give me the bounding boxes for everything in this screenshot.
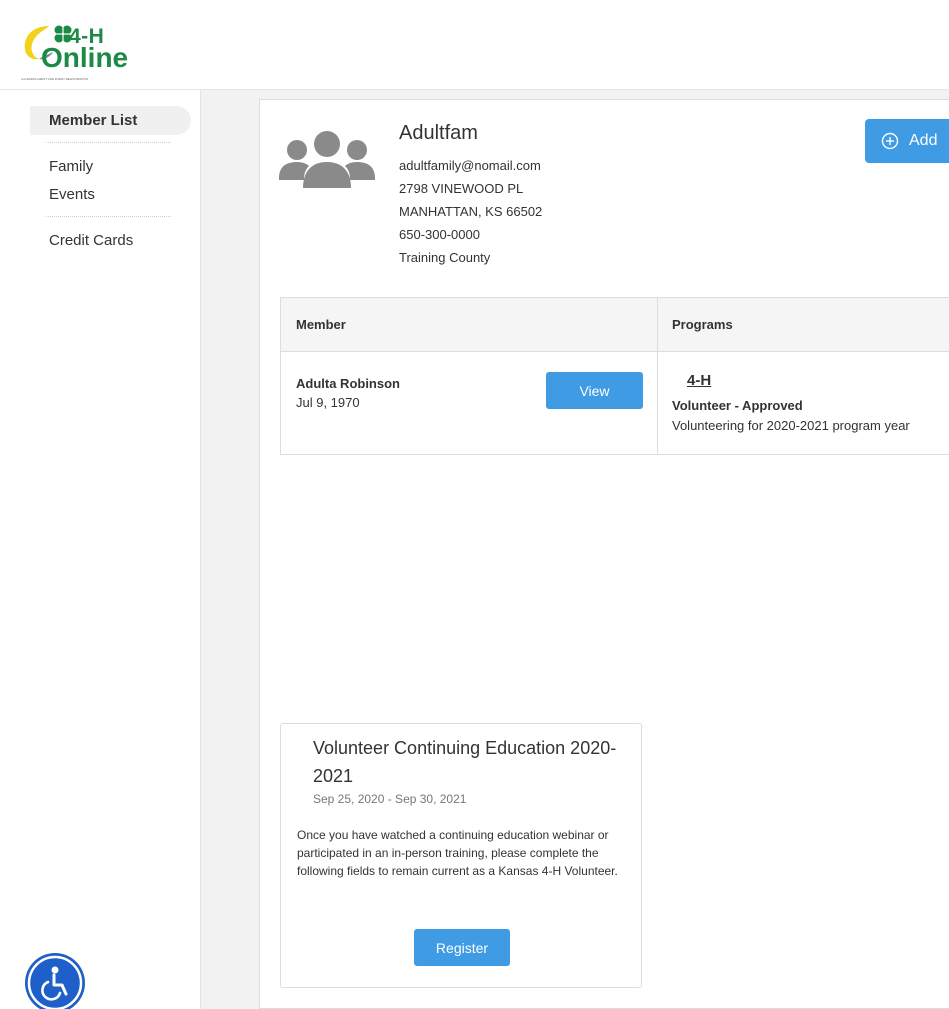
family-email: adultfamily@nomail.com (399, 158, 541, 173)
member-name: Adulta Robinson (296, 376, 400, 391)
4h-online-logo[interactable]: 4-H Online 4-H ENROLLMENT AND EVENT REGI… (19, 22, 143, 88)
program-description: Volunteering for 2020-2021 program year (672, 418, 910, 433)
member-table: Member Programs Adulta Robinson Jul 9, 1… (280, 297, 949, 455)
table-column-divider (657, 298, 658, 454)
table-header (281, 298, 949, 352)
column-header-programs: Programs (672, 317, 733, 332)
register-button[interactable]: Register (414, 929, 510, 966)
sidebar-item-events[interactable]: Events (49, 186, 95, 203)
event-dates: Sep 25, 2020 - Sep 30, 2021 (313, 792, 467, 806)
family-phone: 650-300-0000 (399, 227, 480, 242)
sidebar: Member List Family Events Credit Cards (0, 90, 201, 1009)
add-button-label: Add (909, 132, 938, 149)
event-description: Once you have watched a continuing educa… (297, 828, 618, 878)
event-title: Volunteer Continuing Education 2020-2021 (313, 738, 617, 786)
event-card: Volunteer Continuing Education 2020-2021… (280, 723, 642, 988)
family-name: Adultfam (399, 122, 478, 144)
family-county: Training County (399, 250, 491, 265)
view-member-button[interactable]: View (546, 372, 643, 409)
sidebar-divider (46, 142, 171, 143)
sidebar-item-family[interactable]: Family (49, 158, 93, 175)
logo-text-online: Online (41, 42, 129, 73)
logo-tagline: 4-H ENROLLMENT AND EVENT REGISTRATION (21, 77, 89, 81)
family-group-icon (279, 131, 375, 188)
family-address-line2: MANHATTAN, KS 66502 (399, 204, 543, 219)
accessibility-icon (25, 953, 85, 1009)
member-dob: Jul 9, 1970 (296, 395, 360, 410)
sidebar-divider (46, 216, 171, 217)
accessibility-button[interactable] (24, 952, 86, 1009)
column-header-member: Member (296, 317, 346, 332)
sidebar-item-credit-cards[interactable]: Credit Cards (49, 232, 133, 249)
family-address-line1: 2798 VINEWOOD PL (399, 181, 524, 196)
program-link[interactable]: 4-H (687, 372, 711, 389)
program-status: Volunteer - Approved (672, 398, 803, 413)
top-bar: 4-H Online 4-H ENROLLMENT AND EVENT REGI… (0, 0, 949, 90)
plus-circle-icon (881, 132, 899, 150)
sidebar-item-member-list[interactable]: Member List (49, 112, 137, 129)
add-member-button[interactable]: Add (865, 119, 949, 163)
